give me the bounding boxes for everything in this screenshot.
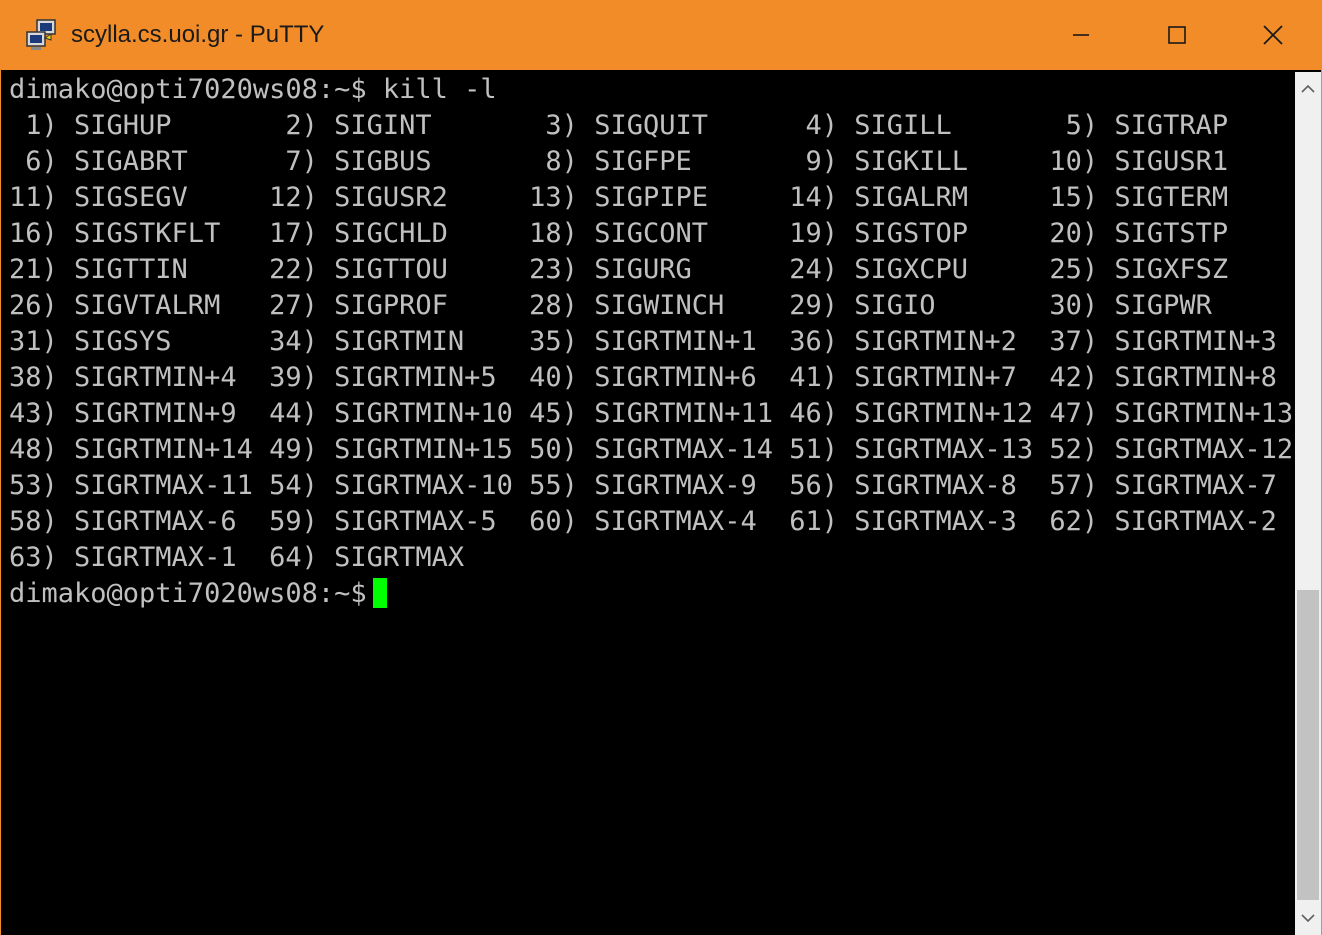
scrollbar-thumb[interactable] — [1297, 590, 1319, 900]
scroll-down-button[interactable] — [1295, 901, 1321, 935]
vertical-scrollbar[interactable] — [1295, 72, 1321, 935]
putty-window: scylla.cs.uoi.gr - PuTTY dimako@opti7020… — [0, 0, 1322, 935]
maximize-button[interactable] — [1129, 0, 1225, 70]
chevron-down-icon — [1301, 914, 1315, 923]
terminal-line: dimako@opti7020ws08:~$ kill -l — [9, 74, 497, 105]
terminal-line: 63) SIGRTMAX-1 64) SIGRTMAX — [9, 542, 465, 573]
terminal-line: 11) SIGSEGV 12) SIGUSR2 13) SIGPIPE 14) … — [9, 182, 1229, 213]
terminal-line: 21) SIGTTIN 22) SIGTTOU 23) SIGURG 24) S… — [9, 254, 1229, 285]
terminal-line: 31) SIGSYS 34) SIGRTMIN 35) SIGRTMIN+1 3… — [9, 326, 1277, 357]
maximize-icon — [1168, 26, 1186, 44]
terminal-output[interactable]: dimako@opti7020ws08:~$ kill -l 1) SIGHUP… — [9, 72, 1295, 935]
terminal-line: 38) SIGRTMIN+4 39) SIGRTMIN+5 40) SIGRTM… — [9, 362, 1277, 393]
terminal-line: 58) SIGRTMAX-6 59) SIGRTMAX-5 60) SIGRTM… — [9, 506, 1277, 537]
terminal-line: 53) SIGRTMAX-11 54) SIGRTMAX-10 55) SIGR… — [9, 470, 1277, 501]
shell-prompt: dimako@opti7020ws08:~$ — [9, 578, 367, 609]
terminal-line: 6) SIGABRT 7) SIGBUS 8) SIGFPE 9) SIGKIL… — [9, 146, 1229, 177]
terminal-line: 1) SIGHUP 2) SIGINT 3) SIGQUIT 4) SIGILL… — [9, 110, 1229, 141]
window-controls — [1033, 0, 1321, 70]
terminal-line: 48) SIGRTMIN+14 49) SIGRTMIN+15 50) SIGR… — [9, 434, 1294, 465]
terminal-line: 16) SIGSTKFLT 17) SIGCHLD 18) SIGCONT 19… — [9, 218, 1229, 249]
chevron-up-icon — [1301, 84, 1315, 93]
minimize-icon — [1073, 34, 1089, 36]
minimize-button[interactable] — [1033, 0, 1129, 70]
close-button[interactable] — [1225, 0, 1321, 70]
prompt-line[interactable]: dimako@opti7020ws08:~$ — [9, 576, 1295, 612]
close-icon — [1263, 25, 1283, 45]
text-cursor — [372, 577, 387, 608]
putty-app-icon[interactable] — [25, 18, 59, 52]
scroll-up-button[interactable] — [1295, 72, 1321, 106]
terminal-line: 43) SIGRTMIN+9 44) SIGRTMIN+10 45) SIGRT… — [9, 398, 1294, 429]
terminal-line: 26) SIGVTALRM 27) SIGPROF 28) SIGWINCH 2… — [9, 290, 1212, 321]
window-title: scylla.cs.uoi.gr - PuTTY — [71, 21, 325, 48]
title-bar[interactable]: scylla.cs.uoi.gr - PuTTY — [1, 0, 1321, 70]
